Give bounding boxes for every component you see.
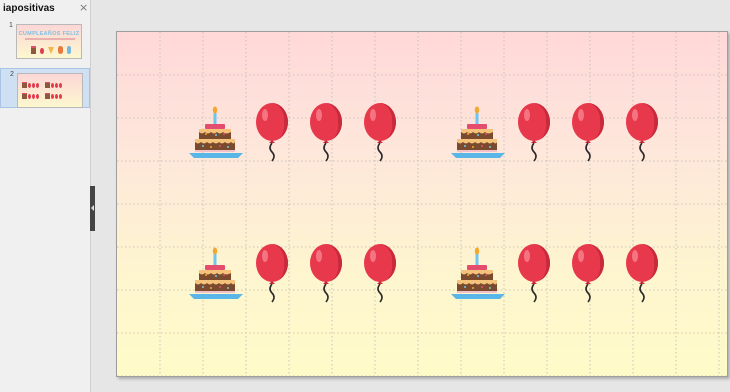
balloon-icon[interactable]: [309, 244, 343, 304]
cake-icon[interactable]: [189, 247, 243, 311]
balloon-icon[interactable]: [625, 103, 659, 163]
balloon-icon[interactable]: [363, 244, 397, 304]
balloon-icon: [28, 94, 31, 99]
panel-title: iapositivas: [3, 3, 55, 14]
thumbnail-title: CUMPLEAÑOS FELIZ: [18, 31, 80, 37]
thumbnail-icons: [22, 82, 62, 99]
grid-overlay: [117, 32, 727, 376]
balloon-icon: [32, 83, 35, 88]
slide-thumbnail-2[interactable]: 2: [0, 68, 90, 108]
ice-cream-icon: [58, 46, 63, 54]
cake-icon: [45, 82, 50, 88]
balloon-icon[interactable]: [625, 244, 659, 304]
slides-panel: iapositivas × 1 CUMPLEAÑOS FELIZ 2: [0, 0, 91, 392]
thumbnail-subtitle-line: [25, 38, 75, 40]
balloon-icon[interactable]: [363, 103, 397, 163]
thumbnail-preview: [17, 73, 83, 108]
balloon-icon: [40, 48, 44, 54]
balloon-icon[interactable]: [571, 244, 605, 304]
slide-number: 2: [10, 71, 14, 78]
thumbnail-icons: [31, 44, 71, 54]
cake-icon[interactable]: [189, 106, 243, 170]
balloon-icon: [59, 94, 62, 99]
cake-icon: [45, 93, 50, 99]
cake-icon: [31, 46, 37, 54]
balloon-icon: [36, 94, 39, 99]
slide-thumbnail-1[interactable]: 1 CUMPLEAÑOS FELIZ: [0, 20, 90, 60]
balloon-icon: [59, 83, 62, 88]
balloon-icon[interactable]: [255, 244, 289, 304]
panel-splitter-handle[interactable]: [90, 186, 95, 231]
balloon-icon: [28, 83, 31, 88]
balloon-icon[interactable]: [571, 103, 605, 163]
slide-number: 1: [9, 22, 13, 29]
gift-icon: [66, 46, 71, 54]
balloon-icon[interactable]: [517, 244, 551, 304]
balloon-icon[interactable]: [255, 103, 289, 163]
slide-canvas[interactable]: [116, 31, 728, 377]
balloon-icon: [55, 94, 58, 99]
thumbnail-preview: CUMPLEAÑOS FELIZ: [16, 24, 82, 59]
balloon-icon: [36, 83, 39, 88]
balloon-icon: [55, 83, 58, 88]
close-icon[interactable]: ×: [79, 1, 88, 14]
cake-icon: [22, 82, 27, 88]
party-hat-icon: [48, 47, 54, 54]
cake-icon[interactable]: [451, 247, 505, 311]
balloon-icon: [51, 83, 54, 88]
balloon-icon: [32, 94, 35, 99]
balloon-icon[interactable]: [517, 103, 551, 163]
balloon-icon: [51, 94, 54, 99]
cake-icon[interactable]: [451, 106, 505, 170]
balloon-icon[interactable]: [309, 103, 343, 163]
cake-icon: [22, 93, 27, 99]
